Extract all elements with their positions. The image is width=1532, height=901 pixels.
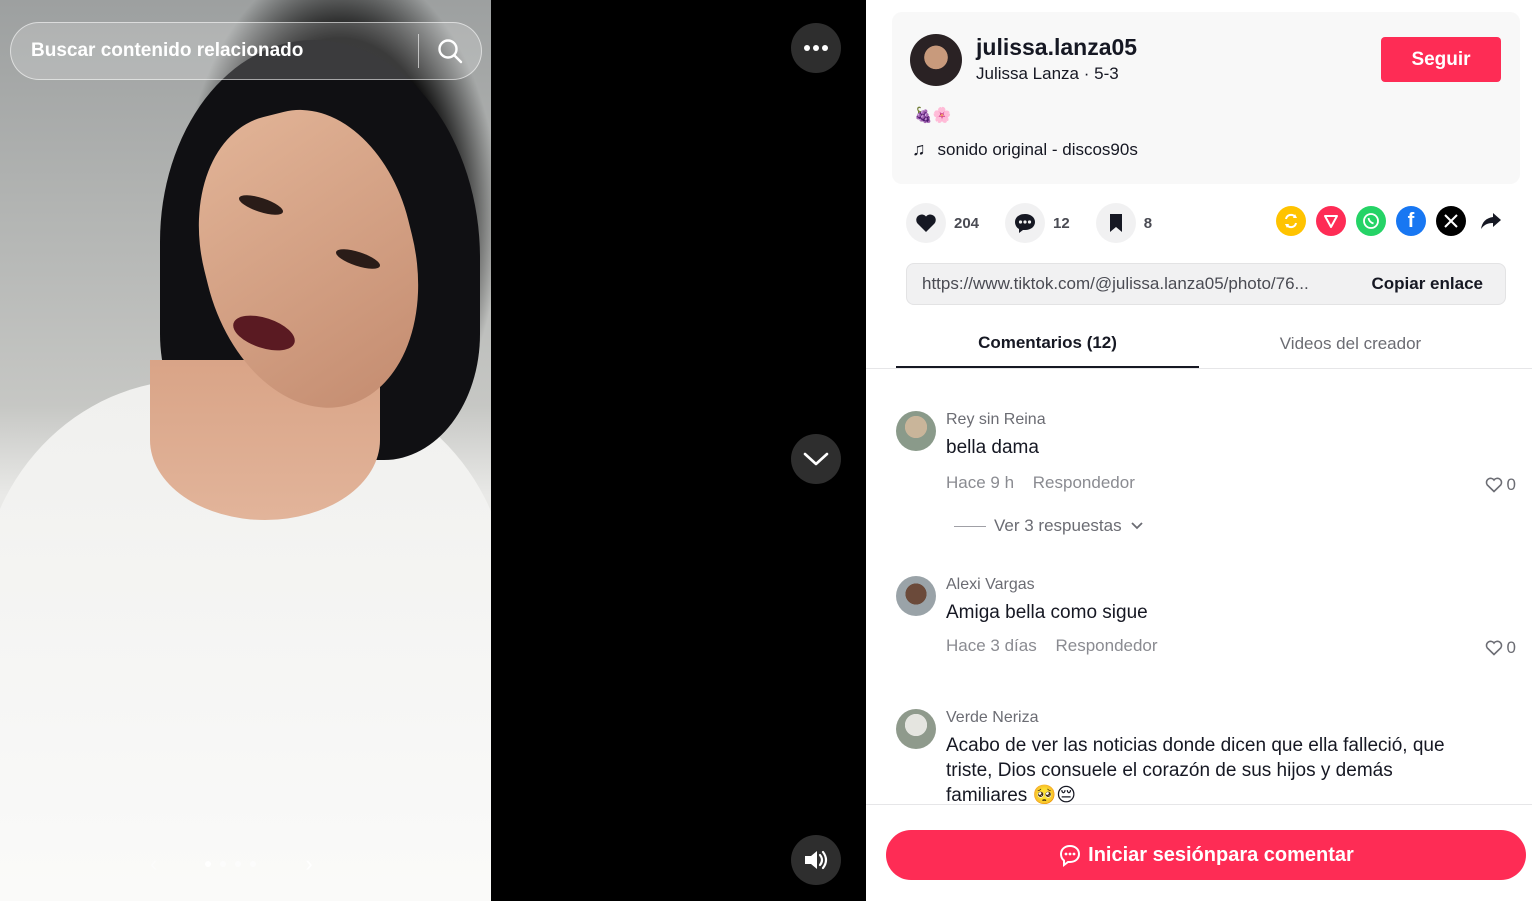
send-icon[interactable] <box>1316 206 1346 236</box>
comment-author[interactable]: Alexi Vargas <box>946 576 1035 594</box>
comment-author[interactable]: Rey sin Reina <box>946 411 1046 429</box>
more-dots-icon <box>804 45 828 51</box>
author-nickname-date: Julissa Lanza · 5-3 <box>976 64 1119 83</box>
reply-button[interactable]: Respondedor <box>1033 473 1135 492</box>
details-panel: julissa.lanza05 Julissa Lanza · 5-3 Segu… <box>866 0 1532 901</box>
carousel-dot[interactable] <box>250 861 257 867</box>
view-replies-button[interactable]: Ver 3 respuestas <box>954 516 1144 536</box>
heart-outline-icon <box>1485 477 1502 493</box>
comment-item: Rey sin Reina bella dama Hace 9 h Respon… <box>896 411 1516 576</box>
chevron-down-icon <box>1130 522 1143 530</box>
login-label: Iniciar sesiónpara comentar <box>1088 843 1354 866</box>
comment-avatar[interactable] <box>896 576 936 616</box>
footer-divider <box>866 804 1532 805</box>
comment-count: 12 <box>1053 214 1070 232</box>
author-username[interactable]: julissa.lanza05 <box>976 34 1137 61</box>
comment-avatar[interactable] <box>896 709 936 749</box>
volume-button[interactable] <box>791 835 841 885</box>
comment-text: Amiga bella como sigue <box>946 602 1148 623</box>
follow-button[interactable]: Seguir <box>1381 37 1501 82</box>
carousel-dot[interactable] <box>220 861 227 867</box>
heart-outline-icon <box>1485 640 1502 656</box>
x-icon[interactable] <box>1436 206 1466 236</box>
facebook-icon[interactable]: f <box>1396 206 1426 236</box>
more-options-button[interactable] <box>791 23 841 73</box>
carousel-next-icon[interactable]: › <box>305 851 312 877</box>
comment-like-count: 0 <box>1506 475 1516 494</box>
comment-author[interactable]: Verde Neriza <box>946 709 1039 727</box>
search-icon <box>438 39 463 64</box>
music-title: sonido original - discos90s <box>937 139 1138 159</box>
tab-creator-videos[interactable]: Videos del creador <box>1199 320 1502 368</box>
like-count: 204 <box>954 214 980 232</box>
volume-icon <box>805 850 828 870</box>
login-to-comment-button[interactable]: Iniciar sesiónpara comentar <box>886 830 1526 880</box>
like-action[interactable]: 204 <box>906 203 979 243</box>
search-bar[interactable]: Buscar contenido relacionado <box>10 22 482 80</box>
share-link-url[interactable]: https://www.tiktok.com/@julissa.lanza05/… <box>907 274 1350 294</box>
comment-item: Alexi Vargas Amiga bella como sigue Hace… <box>896 576 1516 676</box>
search-button[interactable] <box>419 22 481 80</box>
post-info-card: julissa.lanza05 Julissa Lanza · 5-3 Segu… <box>892 12 1520 184</box>
reply-button[interactable]: Respondedor <box>1055 636 1157 655</box>
comment-text: bella dama <box>946 437 1039 458</box>
share-link-box: https://www.tiktok.com/@julissa.lanza05/… <box>906 263 1506 305</box>
comment-like[interactable]: 0 <box>1485 638 1516 658</box>
replies-line <box>954 525 986 527</box>
carousel-dot[interactable] <box>205 861 212 867</box>
comment-time: Hace 3 días <box>946 636 1037 655</box>
comment-meta: Hace 3 días Respondedor <box>946 636 1172 656</box>
carousel-nav: ‹ › <box>150 851 350 877</box>
copy-link-button[interactable]: Copiar enlace <box>1350 274 1506 294</box>
repost-icon[interactable] <box>1276 206 1306 236</box>
save-action[interactable]: 8 <box>1095 203 1153 243</box>
comment-list: Rey sin Reina bella dama Hace 9 h Respon… <box>866 369 1532 804</box>
comment-like[interactable]: 0 <box>1485 475 1516 495</box>
media-viewer: Buscar contenido relacionado ‹ › <box>0 0 866 901</box>
comment-action[interactable]: 12 <box>1005 203 1070 243</box>
comment-avatar[interactable] <box>896 411 936 451</box>
chevron-down-icon <box>803 452 829 466</box>
comment-icon <box>1015 214 1036 233</box>
tabs: Comentarios (12) Videos del creador <box>896 320 1502 368</box>
save-count: 8 <box>1143 214 1153 232</box>
carousel-prev-icon[interactable]: ‹ <box>150 851 157 877</box>
carousel-dot[interactable] <box>235 861 242 867</box>
comment-time: Hace 9 h <box>946 473 1015 492</box>
comment-text: Acabo de ver las noticias donde dicen qu… <box>946 735 1445 804</box>
music-note-icon: ♫ <box>912 139 926 159</box>
comment-item: Verde Neriza Acabo de ver las noticias d… <box>896 709 1516 804</box>
comment-meta: Hace 9 h Respondedor <box>946 473 1149 493</box>
search-input[interactable]: Buscar contenido relacionado <box>11 40 418 62</box>
whatsapp-icon[interactable] <box>1356 206 1386 236</box>
heart-icon <box>916 214 936 232</box>
comment-like-count: 0 <box>1506 638 1516 657</box>
post-photo <box>0 0 491 901</box>
view-replies-label: Ver 3 respuestas <box>994 516 1122 535</box>
post-caption: 🍇🌸 <box>914 107 952 124</box>
next-post-button[interactable] <box>791 434 841 484</box>
bookmark-icon <box>1109 214 1122 232</box>
comment-bubble-icon <box>1060 844 1081 867</box>
share-arrow-icon[interactable] <box>1476 206 1506 236</box>
music-link[interactable]: ♫ sonido original - discos90s <box>912 139 1138 160</box>
tab-comments[interactable]: Comentarios (12) <box>896 320 1199 368</box>
share-icons: f <box>1266 206 1506 236</box>
avatar[interactable] <box>910 34 962 86</box>
